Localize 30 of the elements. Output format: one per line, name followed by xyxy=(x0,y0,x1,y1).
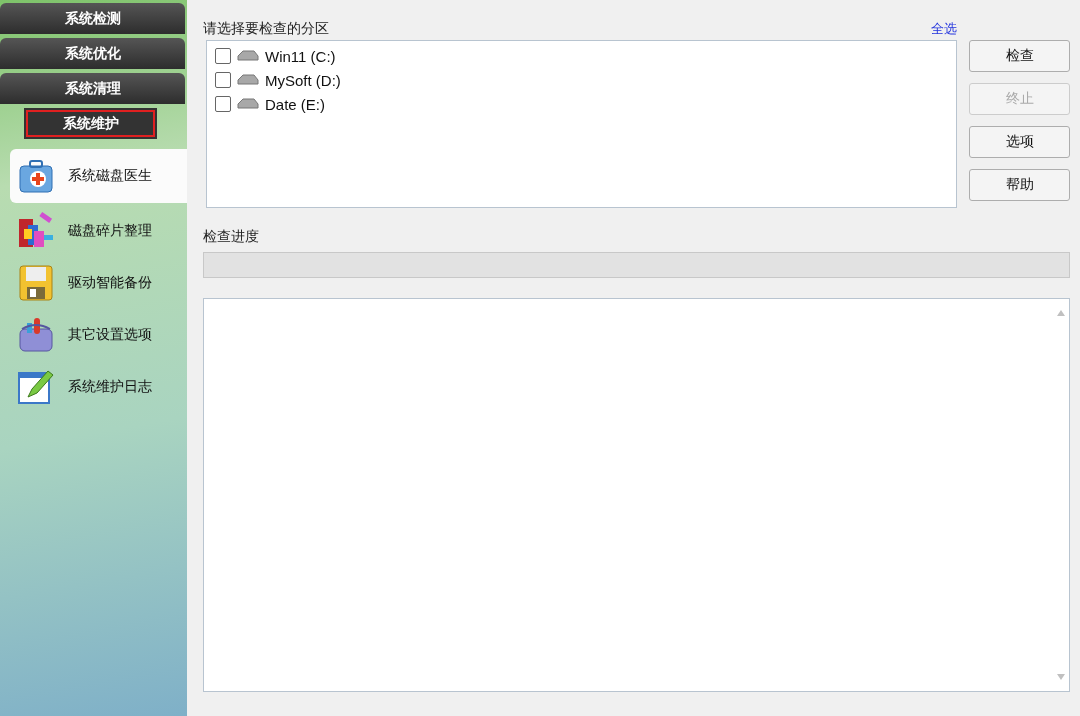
partition-name: Win11 (C:) xyxy=(265,47,336,65)
category-tab[interactable]: 系统清理 xyxy=(0,73,185,104)
toolbox-icon xyxy=(16,315,56,355)
tool-item[interactable]: 驱动智能备份 xyxy=(10,259,187,307)
tool-label: 系统维护日志 xyxy=(68,378,152,396)
tool-item[interactable]: 系统维护日志 xyxy=(10,363,187,411)
partition-name: MySoft (D:) xyxy=(265,71,341,89)
partition-name: Date (E:) xyxy=(265,95,325,113)
category-tab[interactable]: 系统维护 xyxy=(24,108,157,139)
tool-item[interactable]: 系统磁盘医生 xyxy=(10,149,187,203)
drive-icon xyxy=(237,97,259,111)
drive-icon xyxy=(237,73,259,87)
tool-label: 磁盘碎片整理 xyxy=(68,222,152,240)
action-button[interactable]: 检查 xyxy=(969,40,1070,72)
category-tab[interactable]: 系统优化 xyxy=(0,38,185,69)
tool-label: 系统磁盘医生 xyxy=(68,167,152,185)
partition-label: 请选择要检查的分区 xyxy=(203,20,329,38)
tool-item[interactable]: 磁盘碎片整理 xyxy=(10,207,187,255)
checkbox[interactable] xyxy=(215,96,231,112)
progress-label: 检查进度 xyxy=(203,228,260,246)
checkbox[interactable] xyxy=(215,48,231,64)
select-all-link[interactable]: 全选 xyxy=(931,20,957,38)
tool-label: 其它设置选项 xyxy=(68,326,152,344)
checkbox[interactable] xyxy=(215,72,231,88)
tool-item[interactable]: 其它设置选项 xyxy=(10,311,187,359)
action-button[interactable]: 帮助 xyxy=(969,169,1070,201)
tool-label: 驱动智能备份 xyxy=(68,274,152,292)
action-button[interactable]: 选项 xyxy=(969,126,1070,158)
drive-icon xyxy=(237,49,259,63)
category-tab[interactable]: 系统检测 xyxy=(0,3,185,34)
